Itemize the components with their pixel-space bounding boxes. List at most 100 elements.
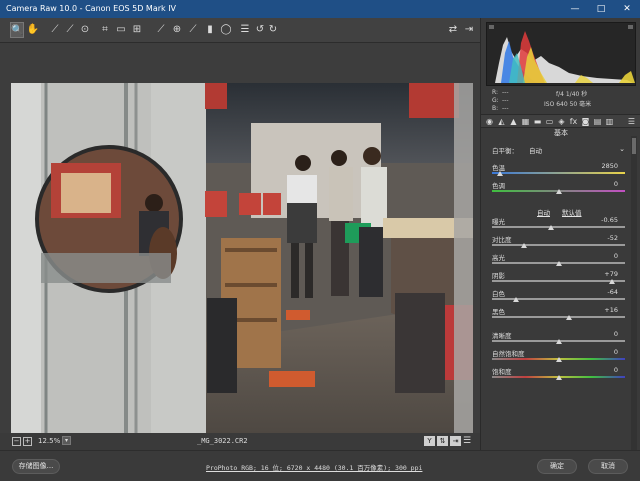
effects-tab-icon[interactable]: fx <box>569 117 578 127</box>
auto-link[interactable]: 自动 <box>537 207 550 217</box>
zoom-in-button[interactable]: + <box>23 437 32 446</box>
hsl-tab-icon[interactable]: ▦ <box>521 117 530 127</box>
saturation-value[interactable]: 0 <box>614 366 618 374</box>
vibrance-slider-thumb[interactable] <box>555 357 562 362</box>
exposure-value[interactable]: -0.65 <box>601 216 618 224</box>
preferences-icon[interactable]: ☰ <box>238 22 252 38</box>
transform-tab-icon[interactable]: ◈ <box>557 117 566 127</box>
split-toning-tab-icon[interactable]: ▬ <box>533 117 542 127</box>
whites-slider-thumb[interactable] <box>512 297 519 302</box>
view-settings-icon[interactable]: ☰ <box>463 436 471 446</box>
clarity-label: 清晰度 <box>492 332 512 340</box>
before-after-y-icon[interactable]: Y <box>424 436 435 446</box>
open-in-photoshop-icon[interactable]: ⇥ <box>462 22 476 38</box>
blacks-value[interactable]: +16 <box>604 306 618 314</box>
contrast-label: 对比度 <box>492 236 512 244</box>
exposure-slider[interactable] <box>492 226 625 228</box>
iso-focal-text: ISO 640 50 毫米 <box>544 101 592 108</box>
spot-removal-tool-icon[interactable]: ⟋ <box>154 22 168 38</box>
zoom-out-button[interactable]: − <box>12 437 21 446</box>
whites-value[interactable]: -64 <box>607 288 618 296</box>
panel-menu-icon[interactable]: ☰ <box>627 117 636 127</box>
zoom-tool-icon[interactable]: 🔍 <box>10 22 24 38</box>
copy-settings-icon[interactable]: ⇥ <box>450 436 461 446</box>
shadow-clipping-icon[interactable] <box>489 25 494 29</box>
temperature-slider[interactable] <box>492 172 625 174</box>
blacks-slider-thumb[interactable] <box>566 315 573 320</box>
straighten-tool-icon[interactable]: ▭ <box>114 22 128 38</box>
contrast-slider-thumb[interactable] <box>520 243 527 248</box>
clarity-slider-thumb[interactable] <box>555 339 562 344</box>
shadows-value[interactable]: +79 <box>604 270 618 278</box>
chevron-down-icon: ⌄ <box>619 145 625 153</box>
camera-calibration-tab-icon[interactable]: ◙ <box>581 117 590 127</box>
highlights-label: 高光 <box>492 254 505 262</box>
rgb-g-value: --- <box>502 97 509 104</box>
temperature-slider-thumb[interactable] <box>496 171 503 176</box>
minimize-button[interactable]: — <box>562 0 588 18</box>
saturation-label: 饱和度 <box>492 368 512 376</box>
save-image-button[interactable]: 存储图像... <box>12 459 60 474</box>
dialog-footer: 存储图像... ProPhoto RGB; 16 位; 6720 x 4480 … <box>0 450 640 481</box>
rgb-b-value: --- <box>502 105 509 112</box>
exposure-slider-thumb[interactable] <box>547 225 554 230</box>
shop-interior-photo <box>11 83 473 434</box>
vibrance-value[interactable]: 0 <box>614 348 618 356</box>
blacks-slider[interactable] <box>492 316 625 318</box>
default-link[interactable]: 默认值 <box>562 207 582 217</box>
zoom-dropdown-icon[interactable]: ▾ <box>62 436 71 445</box>
rotate-left-icon[interactable]: ↺ <box>253 22 267 38</box>
contrast-slider[interactable] <box>492 244 625 246</box>
color-sampler-tool-icon[interactable]: ⟋ <box>63 22 77 38</box>
ok-button[interactable]: 确定 <box>537 459 577 474</box>
title-bar: Camera Raw 10.0 - Canon EOS 5D Mark IV —… <box>0 0 640 18</box>
crop-tool-icon[interactable]: ⌗ <box>98 22 112 38</box>
shadows-slider-thumb[interactable] <box>608 279 615 284</box>
hand-tool-icon[interactable]: ✋ <box>26 22 40 38</box>
adjustment-panel: R: --- G: --- B: --- f/4 1/40 秒 ISO 640 … <box>480 18 640 450</box>
saturation-slider-thumb[interactable] <box>555 375 562 380</box>
targeted-adjustment-tool-icon[interactable]: ⊙ <box>78 22 92 38</box>
panel-scrollbar[interactable] <box>631 136 637 450</box>
preview-image[interactable] <box>11 83 473 434</box>
radial-filter-icon[interactable]: ◯ <box>219 22 233 38</box>
tone-curve-tab-icon[interactable]: ◭ <box>497 117 506 127</box>
zoom-level[interactable]: 12.5% <box>38 437 60 445</box>
workflow-options-link[interactable]: ProPhoto RGB; 16 位; 6720 x 4480 (30.1 百万… <box>206 462 422 472</box>
rgb-b-label: B: <box>492 105 499 112</box>
graduated-filter-icon[interactable]: ▮ <box>203 22 217 38</box>
histogram <box>486 22 636 86</box>
whites-slider[interactable] <box>492 298 625 300</box>
highlights-value[interactable]: 0 <box>614 252 618 260</box>
close-window-button[interactable]: ✕ <box>614 0 640 18</box>
presets-tab-icon[interactable]: ▤ <box>593 117 602 127</box>
red-eye-tool-icon[interactable]: ⊕ <box>170 22 184 38</box>
shadows-slider[interactable] <box>492 280 625 282</box>
camera-raw-window: Camera Raw 10.0 - Canon EOS 5D Mark IV —… <box>0 0 640 481</box>
temperature-value[interactable]: 2850 <box>601 162 618 170</box>
detail-tab-icon[interactable]: ▲ <box>509 117 518 127</box>
highlight-clipping-icon[interactable] <box>628 25 633 29</box>
rotate-right-icon[interactable]: ↻ <box>266 22 280 38</box>
white-balance-tool-icon[interactable]: ⟋ <box>48 22 62 38</box>
highlights-slider-thumb[interactable] <box>555 261 562 266</box>
maximize-button[interactable]: □ <box>588 0 614 18</box>
white-balance-select[interactable]: 自动 ⌄ <box>529 145 625 155</box>
tint-slider-thumb[interactable] <box>555 189 562 194</box>
adjustment-brush-icon[interactable]: ⟋ <box>186 22 200 38</box>
lens-corrections-tab-icon[interactable]: ▭ <box>545 117 554 127</box>
snapshots-tab-icon[interactable]: ▥ <box>605 117 614 127</box>
transform-tool-icon[interactable]: ⊞ <box>130 22 144 38</box>
white-balance-label: 白平衡： <box>492 147 518 155</box>
clarity-value[interactable]: 0 <box>614 330 618 338</box>
basic-tab-icon[interactable]: ◉ <box>485 117 494 127</box>
toggle-fullscreen-icon[interactable]: ⇄ <box>446 22 460 38</box>
tint-value[interactable]: 0 <box>614 180 618 188</box>
contrast-value[interactable]: -52 <box>607 234 618 242</box>
tint-label: 色调 <box>492 182 505 190</box>
white-balance-value: 自动 <box>529 147 542 155</box>
cancel-button[interactable]: 取消 <box>588 459 628 474</box>
preview-canvas[interactable] <box>0 43 480 434</box>
aperture-shutter-text: f/4 1/40 秒 <box>556 91 588 98</box>
swap-before-after-icon[interactable]: ⇅ <box>437 436 448 446</box>
